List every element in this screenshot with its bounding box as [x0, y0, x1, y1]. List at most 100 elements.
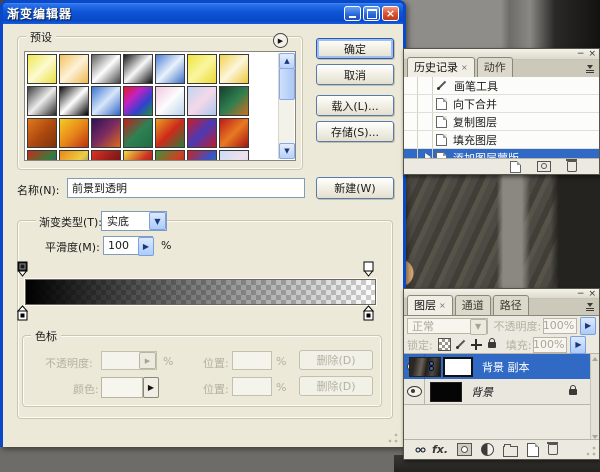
preset-swatch[interactable] — [187, 118, 217, 148]
gradient-type-arrow-icon[interactable]: ▼ — [149, 212, 166, 230]
layer-mask-thumbnail[interactable] — [443, 357, 473, 377]
blend-mode-dropdown[interactable]: 正常 ▼ — [407, 318, 488, 334]
minimize-button[interactable] — [344, 6, 361, 21]
opacity-stop-right[interactable] — [363, 261, 374, 277]
lock-position-icon[interactable] — [471, 339, 482, 350]
panel-close-icon[interactable]: × — [588, 291, 596, 297]
tab-layers[interactable]: 图层 × — [407, 295, 453, 315]
preset-swatch[interactable] — [59, 86, 89, 116]
preset-swatch[interactable] — [187, 86, 217, 116]
visibility-toggle[interactable] — [404, 379, 425, 404]
history-item[interactable]: 填充图层 — [404, 131, 599, 149]
scroll-down-button[interactable]: ▼ — [279, 143, 295, 159]
stop-position-bottom-input[interactable] — [232, 377, 272, 396]
stop-color-menu-button[interactable]: ▶ — [143, 377, 159, 398]
color-stop-left[interactable] — [17, 305, 28, 321]
stop-color-swatch[interactable] — [101, 377, 143, 398]
history-source-cell[interactable] — [404, 113, 418, 130]
tab-actions[interactable]: 动作 — [477, 57, 513, 77]
opacity-spinner-icon[interactable]: ▶ — [580, 317, 596, 335]
preset-swatch[interactable] — [219, 86, 249, 116]
save-button[interactable]: 存储(S)... — [316, 121, 394, 142]
delete-state-icon[interactable] — [567, 161, 577, 172]
history-source-cell[interactable] — [404, 95, 418, 112]
color-stop-right[interactable] — [363, 305, 374, 321]
delete-layer-icon[interactable] — [548, 444, 558, 455]
scroll-up-button[interactable]: ▲ — [279, 53, 295, 69]
stop-position-top-input[interactable] — [232, 351, 272, 370]
tab-paths[interactable]: 路径 — [493, 295, 529, 315]
history-source-cell[interactable] — [404, 77, 418, 94]
scroll-thumb[interactable] — [279, 68, 295, 100]
add-layer-mask-icon[interactable] — [457, 443, 472, 456]
lock-pixels-icon[interactable] — [455, 339, 467, 351]
scroll-up-icon[interactable] — [592, 357, 598, 361]
preset-swatch[interactable] — [219, 54, 249, 84]
preset-swatch[interactable] — [123, 54, 153, 84]
fill-field[interactable]: 100% — [533, 337, 567, 353]
preset-swatch[interactable] — [155, 54, 185, 84]
dialog-resize-grip[interactable] — [387, 432, 399, 444]
layer-thumbnail[interactable] — [430, 382, 462, 402]
layer-row-background[interactable]: 背景 — [404, 379, 591, 405]
preset-swatch[interactable] — [27, 118, 57, 148]
delete-opacity-stop-button[interactable]: 删除(D) — [299, 350, 373, 370]
preset-swatch[interactable] — [123, 86, 153, 116]
preset-swatch[interactable] — [155, 150, 185, 161]
panel-minimize-icon[interactable]: − — [577, 51, 585, 57]
new-document-from-state-icon[interactable] — [510, 161, 521, 173]
tab-close-icon[interactable]: × — [461, 63, 468, 72]
panel-close-icon[interactable]: × — [588, 51, 596, 57]
history-item[interactable]: 复制图层 — [404, 113, 599, 131]
new-group-icon[interactable] — [503, 446, 518, 457]
gradient-preview-bar[interactable] — [25, 279, 376, 305]
preset-swatch[interactable] — [187, 150, 217, 161]
mask-link-icon[interactable] — [428, 361, 435, 373]
preset-swatch[interactable] — [27, 86, 57, 116]
presets-menu-button[interactable]: ▶ — [273, 33, 288, 48]
new-snapshot-icon[interactable] — [537, 161, 551, 172]
link-layers-icon[interactable] — [414, 446, 426, 453]
preset-swatch[interactable] — [59, 54, 89, 84]
close-button[interactable]: × — [382, 6, 399, 21]
new-layer-icon[interactable] — [527, 443, 539, 457]
lock-all-icon[interactable] — [488, 342, 496, 348]
preset-swatch[interactable] — [155, 118, 185, 148]
preset-swatch[interactable] — [59, 150, 89, 161]
history-panel-menu-icon[interactable] — [583, 63, 597, 74]
preset-swatch[interactable] — [123, 118, 153, 148]
panel-resize-grip[interactable] — [585, 445, 597, 457]
opacity-field[interactable]: 100% — [543, 318, 577, 334]
history-item[interactable]: 画笔工具 — [404, 77, 599, 95]
preset-swatch[interactable] — [91, 86, 121, 116]
layer-thumbnail[interactable] — [409, 357, 441, 377]
load-button[interactable]: 载入(L)... — [316, 95, 394, 116]
tab-history[interactable]: 历史记录 × — [407, 57, 475, 77]
dialog-titlebar[interactable]: 渐变编辑器 × — [3, 3, 403, 24]
tab-close-icon[interactable]: × — [439, 301, 446, 310]
preset-swatch[interactable] — [219, 118, 249, 148]
presets-scrollbar[interactable]: ▲ ▼ — [278, 53, 294, 159]
gradient-type-dropdown[interactable]: 实底 ▼ — [101, 211, 167, 231]
layers-panel-menu-icon[interactable] — [583, 301, 597, 312]
preset-swatch[interactable] — [187, 54, 217, 84]
preset-swatch[interactable] — [155, 86, 185, 116]
preset-swatch[interactable] — [59, 118, 89, 148]
new-button[interactable]: 新建(W) — [316, 177, 394, 199]
preset-swatch[interactable] — [91, 118, 121, 148]
tab-channels[interactable]: 通道 — [455, 295, 491, 315]
layer-style-icon[interactable]: fx. — [432, 444, 448, 455]
ok-button[interactable]: 确定 — [316, 38, 394, 59]
layer-name[interactable]: 背景 — [471, 384, 493, 400]
stop-opacity-combo[interactable]: ▶ — [101, 351, 157, 370]
history-item[interactable]: 向下合并 — [404, 95, 599, 113]
preset-swatch[interactable] — [27, 54, 57, 84]
lock-transparency-icon[interactable] — [438, 338, 451, 351]
preset-swatch[interactable] — [219, 150, 249, 161]
preset-swatch[interactable] — [27, 150, 57, 161]
preset-swatch[interactable] — [91, 54, 121, 84]
preset-swatch[interactable] — [123, 150, 153, 161]
smoothness-spinner-icon[interactable]: ▶ — [138, 237, 154, 256]
layer-row-background-copy[interactable]: 背景 副本 — [404, 354, 591, 380]
preset-swatch[interactable] — [91, 150, 121, 161]
